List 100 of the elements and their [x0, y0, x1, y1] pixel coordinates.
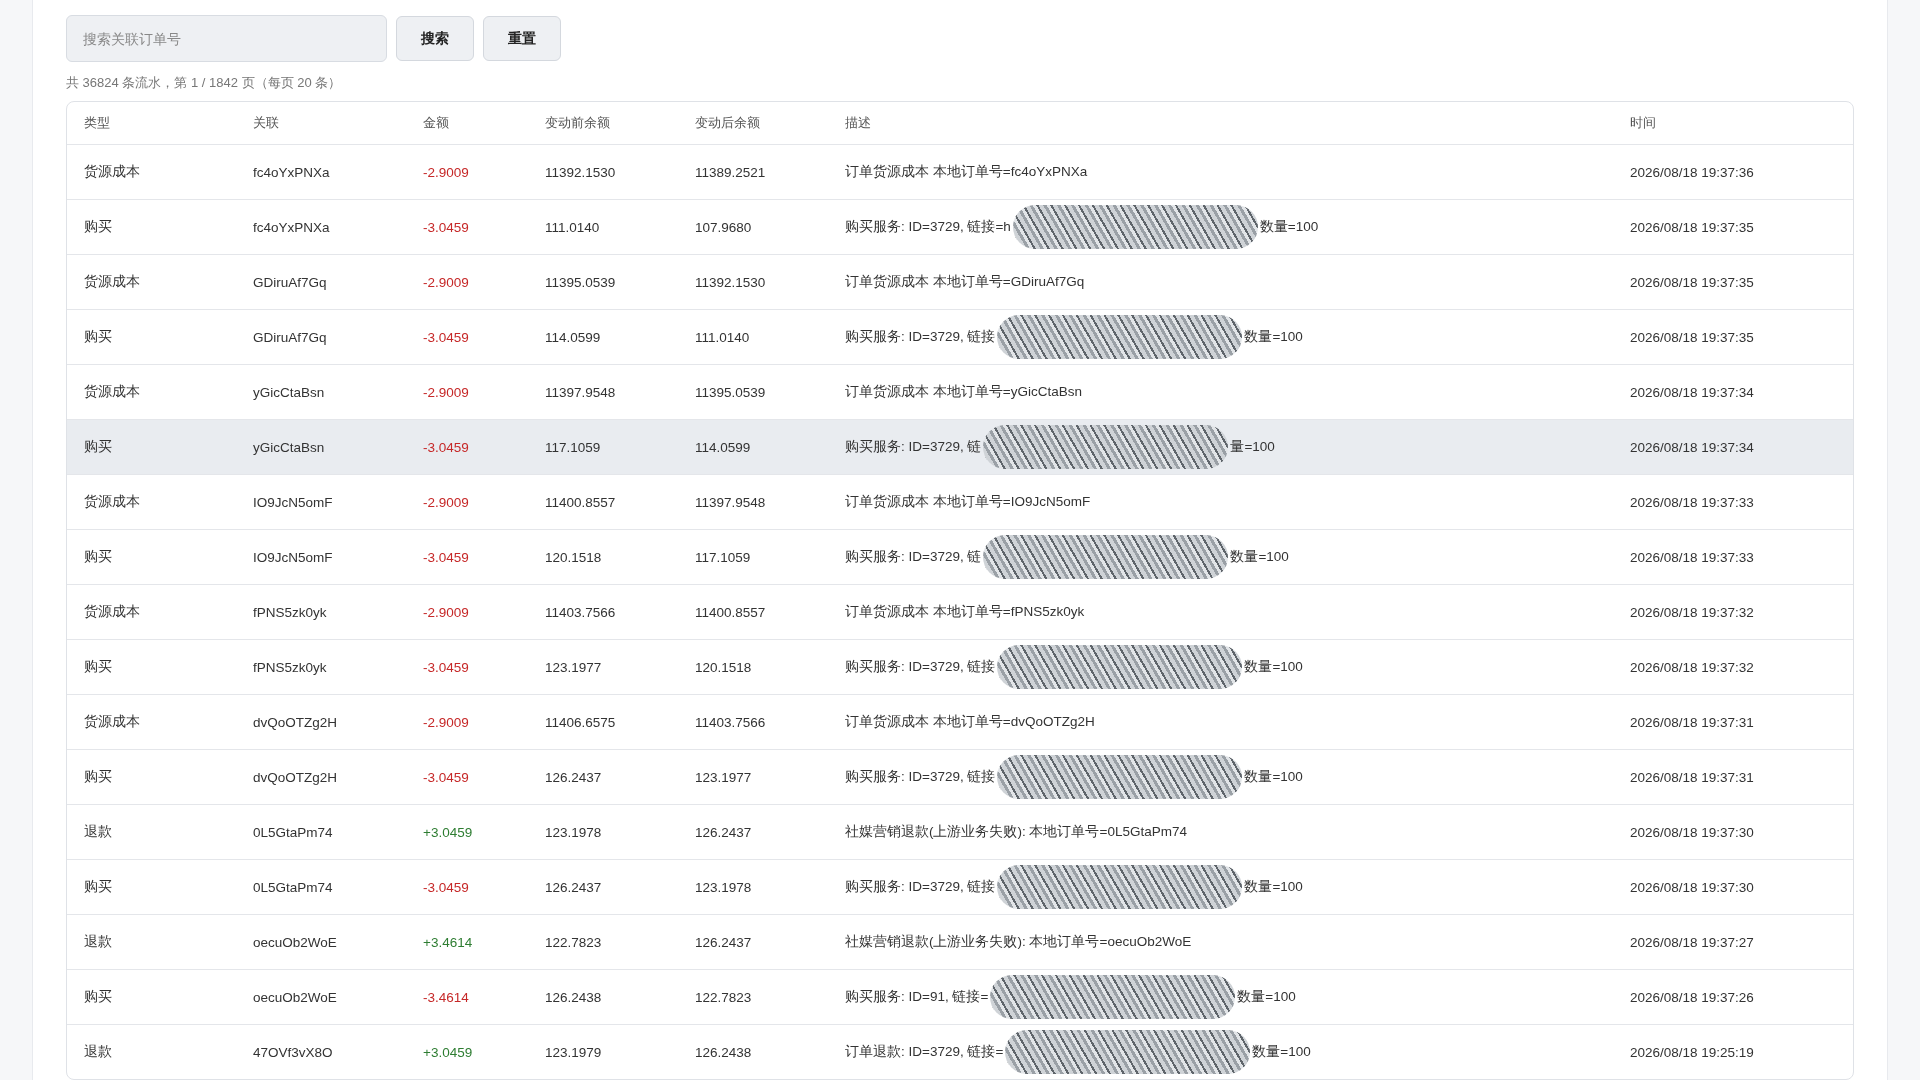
table-cell-text: 123.1977 — [694, 769, 753, 785]
table-cell-text: 114.0599 — [544, 329, 602, 345]
reset-button[interactable]: 重置 — [483, 16, 561, 61]
table-cell-text: 123.1977 — [544, 659, 603, 675]
description-text: 数量=100 — [1244, 768, 1303, 786]
description-text: 订单货源成本 本地订单号=dvQoOTZg2H — [845, 713, 1095, 731]
search-button[interactable]: 搜索 — [396, 16, 474, 61]
table-cell-text: 122.7823 — [694, 989, 753, 1005]
description-text: 订单货源成本 本地订单号=yGicCtaBsn — [845, 383, 1082, 401]
description-text: 订单退款: ID=3729, 链接= — [845, 1043, 1004, 1061]
table-cell-text: 购买 — [83, 548, 113, 566]
table-cell-text: 购买 — [83, 438, 113, 456]
description-text: 购买服务: ID=3729, 链接 — [845, 658, 996, 676]
amount-cell-text: -3.0459 — [422, 219, 470, 235]
time-cell-text: 2026/08/18 19:37:31 — [1629, 714, 1755, 730]
amount-cell-text: +3.0459 — [422, 824, 474, 840]
amount-cell-text: -3.0459 — [422, 439, 470, 455]
time-cell-text: 2026/08/18 19:37:32 — [1629, 604, 1755, 620]
table-cell-text: oecuOb2WoE — [252, 934, 338, 950]
table-cell-text: 11392.1530 — [544, 164, 617, 180]
table-cell-text: 货源成本 — [83, 713, 141, 731]
table-cell-text: 126.2437 — [694, 934, 753, 950]
table-cell-text: IO9JcN5omF — [252, 549, 334, 565]
table-cell-text: 0L5GtaPm74 — [252, 879, 334, 895]
column-header: 变动后余额 — [694, 114, 761, 132]
table-cell-text: fPNS5zk0yk — [252, 659, 328, 675]
time-cell-text: 2026/08/18 19:37:32 — [1629, 659, 1755, 675]
description-text: 数量=100 — [1244, 658, 1303, 676]
description-text: 订单货源成本 本地订单号=fPNS5zk0yk — [845, 603, 1085, 621]
time-cell-text: 2026/08/18 19:37:34 — [1629, 439, 1755, 455]
table-cell-text: 11397.9548 — [544, 384, 617, 400]
table-cell-text: GDiruAf7Gq — [252, 274, 328, 290]
description-text: 订单货源成本 本地订单号=IO9JcN5omF — [845, 493, 1091, 511]
amount-cell-text: -3.0459 — [422, 329, 470, 345]
description-text: 数量=100 — [1230, 548, 1289, 566]
table-cell-text: 购买 — [83, 658, 113, 676]
time-cell-text: 2026/08/18 19:37:27 — [1629, 934, 1755, 950]
description-text: 购买服务: ID=3729, 链接 — [845, 328, 996, 346]
table-cell-text: 11400.8557 — [544, 494, 617, 510]
description-text: 购买服务: ID=3729, 链 — [845, 548, 982, 566]
amount-cell-text: -3.0459 — [422, 879, 470, 895]
description-text: 社媒营销退款(上游业务失败): 本地订单号=oecuOb2WoE — [845, 933, 1192, 951]
table-cell-text: 购买 — [83, 878, 113, 896]
highlighted-row[interactable]: 购买 yGicCtaBsn -3.0459 117.1059 114.0599 购买服务: ID=3729, 链 量=100 2026/08/18 19:37:34 — [67, 419, 1853, 474]
table-cell-text: 11389.2521 — [694, 164, 767, 180]
amount-cell-text: -2.9009 — [422, 164, 470, 180]
summary-text: 共 36824 条流水，第 1 / 1842 页（每页 20 条） — [66, 74, 343, 92]
column-header: 描述 — [844, 114, 872, 132]
amount-cell-text: -3.4614 — [422, 989, 470, 1005]
description-text: 购买服务: ID=3729, 链接 — [845, 878, 996, 896]
table-cell-text: 47OVf3vX8O — [252, 1044, 334, 1060]
table-cell-text: oecuOb2WoE — [252, 989, 338, 1005]
time-cell-text: 2026/08/18 19:37:33 — [1629, 549, 1755, 565]
table-cell-text: 117.1059 — [544, 439, 602, 455]
table-cell-text: 购买 — [83, 328, 113, 346]
table-cell-text: 111.0140 — [694, 329, 751, 345]
table-cell-text: 11400.8557 — [694, 604, 767, 620]
table-cell-text: 114.0599 — [694, 439, 752, 455]
description-text: 购买服务: ID=3729, 链 — [845, 438, 982, 456]
description-text: 购买服务: ID=3729, 链接 — [845, 768, 996, 786]
table-cell-text: 123.1979 — [544, 1044, 603, 1060]
table-cell-text: 123.1978 — [694, 879, 753, 895]
description-text: 购买服务: ID=91, 链接= — [845, 988, 989, 1006]
amount-cell-text: -2.9009 — [422, 494, 470, 510]
table-cell-text: yGicCtaBsn — [252, 384, 326, 400]
table-cell-text: 11403.7566 — [544, 604, 617, 620]
table-cell-text: 11392.1530 — [694, 274, 767, 290]
table-cell-text: 117.1059 — [694, 549, 752, 565]
description-text: 订单货源成本 本地订单号=GDiruAf7Gq — [845, 273, 1085, 291]
table-cell-text: 120.1518 — [544, 549, 603, 565]
table-cell-text: 126.2438 — [694, 1044, 753, 1060]
description-text: 数量=100 — [1237, 988, 1296, 1006]
table-cell-text: dvQoOTZg2H — [252, 714, 339, 730]
amount-cell-text: +3.0459 — [422, 1044, 474, 1060]
amount-cell-text: -2.9009 — [422, 714, 470, 730]
time-cell-text: 2026/08/18 19:37:36 — [1629, 164, 1755, 180]
time-cell-text: 2026/08/18 19:37:33 — [1629, 494, 1755, 510]
table-cell-text: 退款 — [83, 1043, 113, 1061]
table-cell-text: 货源成本 — [83, 383, 141, 401]
search-field[interactable]: 搜索关联订单号 — [66, 15, 387, 62]
table-cell-text: 122.7823 — [544, 934, 603, 950]
description-text: 购买服务: ID=3729, 链接=h — [845, 218, 1011, 236]
time-cell-text: 2026/08/18 19:37:30 — [1629, 879, 1755, 895]
time-cell-text: 2026/08/18 19:37:31 — [1629, 769, 1755, 785]
table-cell-text: fc4oYxPNXa — [252, 219, 331, 235]
table-cell-text: 货源成本 — [83, 163, 141, 181]
column-header: 关联 — [252, 114, 280, 132]
amount-cell-text: -2.9009 — [422, 274, 470, 290]
amount-cell-text: -2.9009 — [422, 604, 470, 620]
table-cell-text: 货源成本 — [83, 493, 141, 511]
description-text: 数量=100 — [1244, 328, 1303, 346]
time-cell-text: 2026/08/18 19:37:35 — [1629, 329, 1755, 345]
table-cell-text: IO9JcN5omF — [252, 494, 334, 510]
time-cell-text: 2026/08/18 19:37:35 — [1629, 274, 1755, 290]
column-header: 类型 — [83, 114, 111, 132]
description-text: 量=100 — [1230, 438, 1275, 456]
amount-cell-text: +3.4614 — [422, 934, 474, 950]
table-cell-text: GDiruAf7Gq — [252, 329, 328, 345]
table-cell-text: 11395.0539 — [694, 384, 767, 400]
table-cell-text: 11403.7566 — [694, 714, 767, 730]
